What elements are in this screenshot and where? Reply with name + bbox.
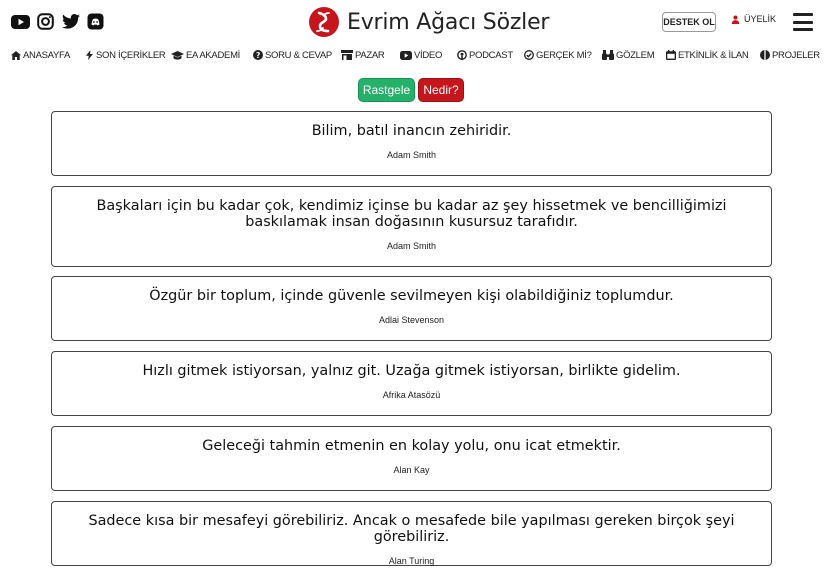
quote-text: Hızlı gitmek istiyorsan, yalnız git. Uza… xyxy=(142,363,681,379)
quote-author[interactable]: Adam Smith xyxy=(387,241,436,251)
evrim-agaci-logo-icon xyxy=(309,7,339,37)
nav-item-projeler[interactable]: PROJELER xyxy=(760,47,820,63)
svg-text:?: ? xyxy=(256,51,260,60)
membership-link[interactable]: ÜYELİK xyxy=(731,14,776,24)
question-circle-icon: ? xyxy=(253,50,263,60)
random-button[interactable]: Rastgele xyxy=(358,78,415,102)
membership-label: ÜYELİK xyxy=(744,14,777,24)
quote-card[interactable]: Sadece kısa bir mesafeyi görebiliriz. An… xyxy=(51,501,772,566)
nav-item-etkinlik-ilan[interactable]: ETKİNLİK & İLAN xyxy=(666,47,749,63)
quote-text: Geleceği tahmin etmenin en kolay yolu, o… xyxy=(202,438,621,454)
user-icon xyxy=(731,14,740,24)
quote-author[interactable]: Alan Kay xyxy=(393,465,429,475)
social-links xyxy=(11,12,105,31)
bolt-icon xyxy=(84,50,94,60)
quote-card[interactable]: Hızlı gitmek istiyorsan, yalnız git. Uza… xyxy=(51,351,772,416)
home-icon xyxy=(11,50,21,60)
discord-icon[interactable] xyxy=(86,12,105,31)
quote-text: Başkaları için bu kadar çok, kendimiz iç… xyxy=(96,198,727,230)
quote-text: Özgür bir toplum, içinde güvenle sevilme… xyxy=(149,288,674,304)
instagram-icon[interactable] xyxy=(36,12,55,31)
what-is-button[interactable]: Nedir? xyxy=(418,78,464,102)
nav-item-soru-cevap[interactable]: ? SORU & CEVAP xyxy=(253,47,332,63)
quote-author[interactable]: Adam Smith xyxy=(387,150,436,160)
nav-item-pazar[interactable]: PAZAR xyxy=(341,47,385,63)
quote-text: Sadece kısa bir mesafeyi görebiliriz. An… xyxy=(88,513,735,545)
nav-item-gercek-mi[interactable]: GERÇEK Mİ? xyxy=(524,47,592,63)
hamburger-menu-icon[interactable] xyxy=(793,13,813,31)
quote-card[interactable]: Bilim, batıl inancın zehiridir. Adam Smi… xyxy=(51,111,772,176)
quote-author[interactable]: Afrika Atasözü xyxy=(383,390,441,400)
podcast-icon xyxy=(457,50,467,60)
calendar-icon xyxy=(666,50,676,60)
nav-item-gozlem[interactable]: GÖZLEM xyxy=(602,47,655,63)
check-circle-icon xyxy=(524,50,534,60)
nav-item-son-icerikler[interactable]: SON İÇERİKLER xyxy=(84,47,166,63)
support-button[interactable]: DESTEK OL xyxy=(662,12,716,32)
quote-card[interactable]: Özgür bir toplum, içinde güvenle sevilme… xyxy=(51,276,772,341)
quote-author[interactable]: Alan Turing xyxy=(389,556,435,566)
nav-item-ea-akademi[interactable]: EA AKADEMİ xyxy=(171,47,240,63)
site-brand[interactable]: Evrim Ağacı Sözler xyxy=(308,6,549,38)
projects-icon xyxy=(760,50,770,60)
graduation-cap-icon xyxy=(171,50,184,60)
main-nav: ANASAYFA SON İÇERİKLER EA AKADEMİ ? SORU… xyxy=(0,47,825,63)
nav-item-video[interactable]: VİDEO xyxy=(400,47,442,63)
twitter-icon[interactable] xyxy=(61,12,80,31)
quote-card[interactable]: Geleceği tahmin etmenin en kolay yolu, o… xyxy=(51,426,772,491)
store-icon xyxy=(341,50,353,60)
quote-text: Bilim, batıl inancın zehiridir. xyxy=(311,123,512,139)
quote-card[interactable]: Başkaları için bu kadar çok, kendimiz iç… xyxy=(51,186,772,267)
quote-author[interactable]: Adlai Stevenson xyxy=(379,315,444,325)
nav-item-podcast[interactable]: PODCAST xyxy=(457,47,513,63)
video-icon xyxy=(400,50,412,60)
youtube-icon[interactable] xyxy=(11,12,30,31)
top-bar: Evrim Ağacı Sözler DESTEK OL ÜYELİK xyxy=(0,0,825,44)
nav-item-anasayfa[interactable]: ANASAYFA xyxy=(11,47,70,63)
binoculars-icon xyxy=(602,50,614,60)
site-title: Evrim Ağacı Sözler xyxy=(347,9,550,35)
